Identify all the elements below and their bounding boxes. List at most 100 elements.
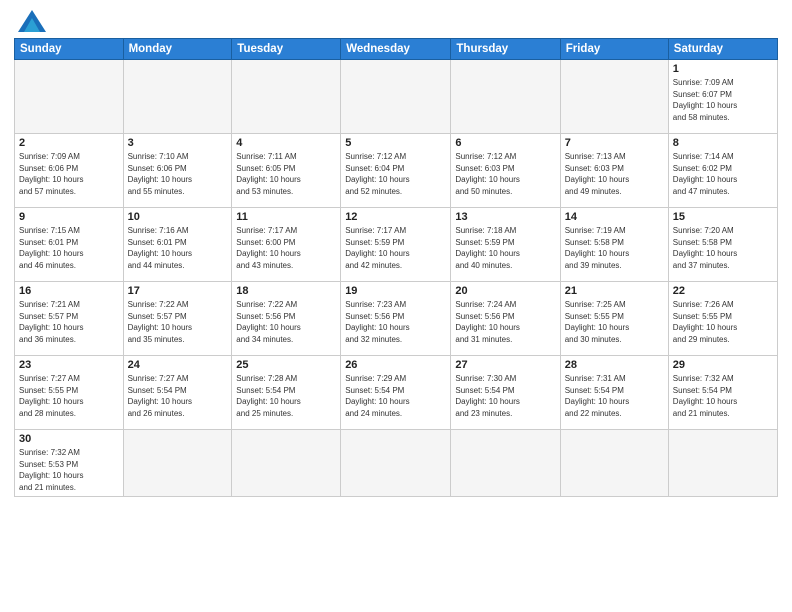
col-header-tuesday: Tuesday bbox=[232, 39, 341, 60]
day-number: 24 bbox=[128, 359, 228, 371]
calendar-cell bbox=[451, 60, 560, 134]
logo-icon bbox=[18, 10, 46, 32]
day-number: 6 bbox=[455, 137, 555, 149]
day-info: Sunrise: 7:17 AM Sunset: 5:59 PM Dayligh… bbox=[345, 225, 446, 271]
calendar-cell: 15Sunrise: 7:20 AM Sunset: 5:58 PM Dayli… bbox=[668, 208, 777, 282]
day-info: Sunrise: 7:24 AM Sunset: 5:56 PM Dayligh… bbox=[455, 299, 555, 345]
calendar-cell: 9 Sunrise: 7:15 AM Sunset: 6:01 PM Daylig… bbox=[15, 208, 124, 282]
calendar-week-row: 2Sunrise: 7:09 AM Sunset: 6:06 PM Daylig… bbox=[15, 134, 778, 208]
calendar-week-row: 30Sunrise: 7:32 AM Sunset: 5:53 PM Dayli… bbox=[15, 430, 778, 497]
day-info: Sunrise: 7:13 AM Sunset: 6:03 PM Dayligh… bbox=[565, 151, 664, 197]
day-info: Sunrise: 7:31 AM Sunset: 5:54 PM Dayligh… bbox=[565, 373, 664, 419]
day-number: 11 bbox=[236, 211, 336, 223]
day-number: 26 bbox=[345, 359, 446, 371]
day-number: 7 bbox=[565, 137, 664, 149]
day-info: Sunrise: 7:27 AM Sunset: 5:55 PM Dayligh… bbox=[19, 373, 119, 419]
day-number: 23 bbox=[19, 359, 119, 371]
page: SundayMondayTuesdayWednesdayThursdayFrid… bbox=[0, 0, 792, 612]
calendar-cell bbox=[341, 60, 451, 134]
day-number: 16 bbox=[19, 285, 119, 297]
day-info: Sunrise: 7:29 AM Sunset: 5:54 PM Dayligh… bbox=[345, 373, 446, 419]
calendar-cell: 18 Sunrise: 7:22 AM Sunset: 5:56 PM Dayli… bbox=[232, 282, 341, 356]
calendar-cell: 20 Sunrise: 7:24 AM Sunset: 5:56 PM Dayli… bbox=[451, 282, 560, 356]
header bbox=[14, 10, 778, 32]
calendar-cell: 16 Sunrise: 7:21 AM Sunset: 5:57 PM Dayli… bbox=[15, 282, 124, 356]
calendar-cell bbox=[15, 60, 124, 134]
calendar-cell: 6Sunrise: 7:12 AM Sunset: 6:03 PM Daylig… bbox=[451, 134, 560, 208]
day-info: Sunrise: 7:22 AM Sunset: 5:56 PM Dayligh… bbox=[236, 299, 336, 345]
calendar-cell bbox=[232, 60, 341, 134]
day-info: Sunrise: 7:17 AM Sunset: 6:00 PM Dayligh… bbox=[236, 225, 336, 271]
calendar-cell: 1Sunrise: 7:09 AM Sunset: 6:07 PM Daylig… bbox=[668, 60, 777, 134]
day-number: 9 bbox=[19, 211, 119, 223]
calendar-cell: 24 Sunrise: 7:27 AM Sunset: 5:54 PM Dayli… bbox=[123, 356, 232, 430]
day-info: Sunrise: 7:11 AM Sunset: 6:05 PM Dayligh… bbox=[236, 151, 336, 197]
day-number: 18 bbox=[236, 285, 336, 297]
day-info: Sunrise: 7:22 AM Sunset: 5:57 PM Dayligh… bbox=[128, 299, 228, 345]
calendar-cell: 22 Sunrise: 7:26 AM Sunset: 5:55 PM Dayli… bbox=[668, 282, 777, 356]
calendar-week-row: 1Sunrise: 7:09 AM Sunset: 6:07 PM Daylig… bbox=[15, 60, 778, 134]
day-info: Sunrise: 7:19 AM Sunset: 5:58 PM Dayligh… bbox=[565, 225, 664, 271]
day-number: 13 bbox=[455, 211, 555, 223]
calendar-cell: 5 Sunrise: 7:12 AM Sunset: 6:04 PM Daylig… bbox=[341, 134, 451, 208]
calendar-cell: 29Sunrise: 7:32 AM Sunset: 5:54 PM Dayli… bbox=[668, 356, 777, 430]
day-number: 10 bbox=[128, 211, 228, 223]
logo bbox=[14, 10, 46, 32]
day-info: Sunrise: 7:21 AM Sunset: 5:57 PM Dayligh… bbox=[19, 299, 119, 345]
col-header-friday: Friday bbox=[560, 39, 668, 60]
calendar-week-row: 23 Sunrise: 7:27 AM Sunset: 5:55 PM Dayli… bbox=[15, 356, 778, 430]
day-info: Sunrise: 7:27 AM Sunset: 5:54 PM Dayligh… bbox=[128, 373, 228, 419]
calendar-header-row: SundayMondayTuesdayWednesdayThursdayFrid… bbox=[15, 39, 778, 60]
day-number: 21 bbox=[565, 285, 664, 297]
calendar-cell: 10 Sunrise: 7:16 AM Sunset: 6:01 PM Dayli… bbox=[123, 208, 232, 282]
calendar-cell bbox=[451, 430, 560, 497]
day-info: Sunrise: 7:32 AM Sunset: 5:53 PM Dayligh… bbox=[19, 447, 119, 493]
calendar-cell: 27 Sunrise: 7:30 AM Sunset: 5:54 PM Dayli… bbox=[451, 356, 560, 430]
day-info: Sunrise: 7:26 AM Sunset: 5:55 PM Dayligh… bbox=[673, 299, 773, 345]
day-number: 22 bbox=[673, 285, 773, 297]
calendar-week-row: 16 Sunrise: 7:21 AM Sunset: 5:57 PM Dayli… bbox=[15, 282, 778, 356]
day-info: Sunrise: 7:09 AM Sunset: 6:06 PM Dayligh… bbox=[19, 151, 119, 197]
calendar-cell bbox=[560, 60, 668, 134]
day-info: Sunrise: 7:10 AM Sunset: 6:06 PM Dayligh… bbox=[128, 151, 228, 197]
calendar-cell: 12 Sunrise: 7:17 AM Sunset: 5:59 PM Dayli… bbox=[341, 208, 451, 282]
col-header-thursday: Thursday bbox=[451, 39, 560, 60]
calendar-cell: 8Sunrise: 7:14 AM Sunset: 6:02 PM Daylig… bbox=[668, 134, 777, 208]
calendar-cell bbox=[123, 430, 232, 497]
day-number: 12 bbox=[345, 211, 446, 223]
calendar-cell: 17 Sunrise: 7:22 AM Sunset: 5:57 PM Dayli… bbox=[123, 282, 232, 356]
calendar-cell: 30Sunrise: 7:32 AM Sunset: 5:53 PM Dayli… bbox=[15, 430, 124, 497]
day-info: Sunrise: 7:12 AM Sunset: 6:04 PM Dayligh… bbox=[345, 151, 446, 197]
day-number: 5 bbox=[345, 137, 446, 149]
calendar-cell: 14 Sunrise: 7:19 AM Sunset: 5:58 PM Dayli… bbox=[560, 208, 668, 282]
day-number: 14 bbox=[565, 211, 664, 223]
day-number: 27 bbox=[455, 359, 555, 371]
col-header-wednesday: Wednesday bbox=[341, 39, 451, 60]
day-number: 17 bbox=[128, 285, 228, 297]
day-number: 4 bbox=[236, 137, 336, 149]
day-info: Sunrise: 7:14 AM Sunset: 6:02 PM Dayligh… bbox=[673, 151, 773, 197]
calendar-cell: 19 Sunrise: 7:23 AM Sunset: 5:56 PM Dayli… bbox=[341, 282, 451, 356]
day-info: Sunrise: 7:30 AM Sunset: 5:54 PM Dayligh… bbox=[455, 373, 555, 419]
day-info: Sunrise: 7:23 AM Sunset: 5:56 PM Dayligh… bbox=[345, 299, 446, 345]
calendar-cell: 2Sunrise: 7:09 AM Sunset: 6:06 PM Daylig… bbox=[15, 134, 124, 208]
calendar-cell: 4 Sunrise: 7:11 AM Sunset: 6:05 PM Daylig… bbox=[232, 134, 341, 208]
day-info: Sunrise: 7:15 AM Sunset: 6:01 PM Dayligh… bbox=[19, 225, 119, 271]
day-number: 28 bbox=[565, 359, 664, 371]
calendar-cell: 7 Sunrise: 7:13 AM Sunset: 6:03 PM Daylig… bbox=[560, 134, 668, 208]
day-number: 20 bbox=[455, 285, 555, 297]
day-number: 29 bbox=[673, 359, 773, 371]
day-info: Sunrise: 7:16 AM Sunset: 6:01 PM Dayligh… bbox=[128, 225, 228, 271]
calendar-cell: 11 Sunrise: 7:17 AM Sunset: 6:00 PM Dayli… bbox=[232, 208, 341, 282]
calendar-cell: 13 Sunrise: 7:18 AM Sunset: 5:59 PM Dayli… bbox=[451, 208, 560, 282]
calendar-cell bbox=[668, 430, 777, 497]
day-number: 19 bbox=[345, 285, 446, 297]
col-header-sunday: Sunday bbox=[15, 39, 124, 60]
day-number: 1 bbox=[673, 63, 773, 75]
calendar-cell bbox=[560, 430, 668, 497]
day-info: Sunrise: 7:18 AM Sunset: 5:59 PM Dayligh… bbox=[455, 225, 555, 271]
calendar-cell: 25Sunrise: 7:28 AM Sunset: 5:54 PM Dayli… bbox=[232, 356, 341, 430]
calendar-cell: 23 Sunrise: 7:27 AM Sunset: 5:55 PM Dayli… bbox=[15, 356, 124, 430]
col-header-saturday: Saturday bbox=[668, 39, 777, 60]
day-info: Sunrise: 7:28 AM Sunset: 5:54 PM Dayligh… bbox=[236, 373, 336, 419]
